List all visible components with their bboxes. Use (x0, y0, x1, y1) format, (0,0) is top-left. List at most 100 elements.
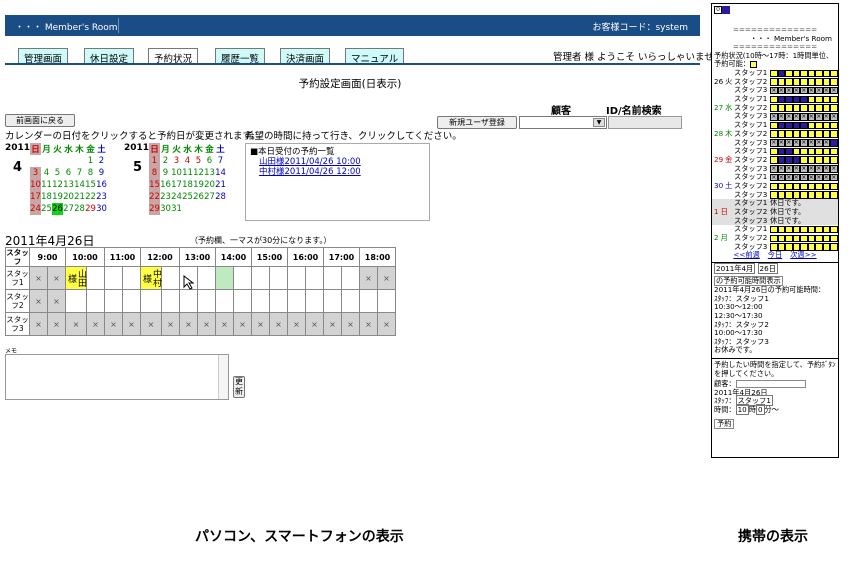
mobile-slot[interactable]: × (770, 173, 778, 182)
mobile-slot[interactable] (800, 182, 808, 190)
time-slot[interactable] (215, 289, 234, 313)
mobile-slot[interactable] (792, 95, 800, 104)
mobile-slot[interactable] (785, 104, 793, 112)
time-slot[interactable] (161, 266, 180, 290)
mobile-slot[interactable] (815, 130, 823, 138)
mobile-slot[interactable]: × (792, 173, 800, 182)
mobile-slot[interactable] (770, 78, 778, 86)
mobile-slot[interactable] (822, 182, 830, 190)
time-slot[interactable] (122, 289, 141, 313)
calendar-day[interactable]: 9 (96, 167, 107, 179)
mobile-slot[interactable]: × (777, 113, 785, 121)
unavailable-slot[interactable]: × (323, 312, 342, 336)
mobile-slot[interactable]: × (830, 165, 838, 173)
calendar-day[interactable]: 17 (171, 179, 182, 191)
calendar-day[interactable]: 18 (41, 191, 52, 203)
mobile-slot[interactable] (830, 130, 838, 138)
mobile-slot[interactable] (785, 147, 793, 156)
calendar-day[interactable]: 19 (52, 191, 63, 203)
mobile-slot[interactable] (830, 104, 838, 112)
mobile-slot[interactable]: × (807, 139, 815, 147)
calendar-day[interactable]: 28 (215, 191, 226, 203)
calendar-day[interactable]: 15 (85, 179, 96, 191)
mobile-slot[interactable] (822, 95, 830, 104)
calendar-day[interactable]: 29 (85, 203, 96, 215)
calendar-day[interactable]: 16 (96, 179, 107, 191)
unavailable-slot[interactable]: × (65, 312, 87, 336)
calendar-day[interactable]: 31 (171, 203, 182, 215)
mobile-slot[interactable] (792, 69, 800, 78)
mobile-slot[interactable]: × (792, 113, 800, 121)
mobile-slot[interactable] (815, 147, 823, 156)
mobile-slot[interactable]: × (777, 139, 785, 147)
mobile-slot[interactable] (815, 156, 823, 164)
mobile-day-select[interactable]: 26日 (757, 263, 778, 274)
update-button[interactable]: 更新 (233, 376, 245, 398)
mobile-slot[interactable] (792, 234, 800, 243)
time-slot[interactable] (269, 266, 288, 290)
mobile-slot[interactable] (822, 69, 830, 78)
mobile-slot[interactable]: × (770, 113, 778, 121)
calendar-day[interactable]: 10 (171, 167, 182, 179)
prev-week-link[interactable]: <<前週 (733, 251, 759, 260)
calendar-day[interactable]: 11 (41, 179, 52, 191)
calendar-day[interactable]: 5 (52, 167, 63, 179)
mobile-slot[interactable] (830, 121, 838, 130)
mobile-slot[interactable] (807, 191, 815, 199)
mobile-slot[interactable]: × (785, 165, 793, 173)
tab-history[interactable]: 履歴一覧 (215, 48, 266, 65)
calendar-day[interactable]: 14 (215, 167, 226, 179)
mobile-reserve-button[interactable]: 予約 (714, 418, 735, 430)
mobile-slot[interactable] (800, 156, 808, 164)
unavailable-slot[interactable]: × (47, 312, 66, 336)
mobile-slot[interactable] (800, 234, 808, 243)
tab-holiday[interactable]: 休日設定 (84, 48, 135, 65)
mobile-slot[interactable]: × (822, 86, 830, 95)
mobile-slot[interactable]: × (800, 165, 808, 173)
reservation-block[interactable]: 山田様 (65, 266, 87, 290)
mobile-slot[interactable] (800, 225, 808, 234)
calendar-day[interactable]: 25 (41, 203, 52, 215)
mobile-slot[interactable] (777, 78, 785, 86)
mobile-slot[interactable] (830, 69, 838, 78)
mobile-slot[interactable] (777, 69, 785, 78)
mobile-slot[interactable] (815, 121, 823, 130)
mobile-slot[interactable] (830, 78, 838, 86)
mobile-slot[interactable] (785, 182, 793, 190)
calendar-day[interactable]: 8 (149, 167, 160, 179)
mobile-slot[interactable] (800, 95, 808, 104)
mobile-slot[interactable] (785, 121, 793, 130)
memo-scrollbar[interactable] (218, 355, 228, 399)
calendar-day[interactable]: 22 (85, 191, 96, 203)
unavailable-slot[interactable]: × (140, 312, 162, 336)
mobile-slot[interactable] (777, 130, 785, 138)
time-slot[interactable] (269, 289, 288, 313)
mobile-slot[interactable] (792, 78, 800, 86)
mobile-slot[interactable]: × (800, 139, 808, 147)
unavailable-slot[interactable]: × (377, 312, 396, 336)
mobile-slot[interactable] (815, 95, 823, 104)
calendar-day[interactable]: 13 (204, 167, 215, 179)
reservation-block[interactable]: 中村様 (140, 266, 162, 290)
calendar-day[interactable]: 6 (63, 167, 74, 179)
calendar-day[interactable]: 3 (30, 167, 41, 179)
mobile-slot[interactable] (830, 156, 838, 164)
calendar-day[interactable]: 28 (74, 203, 85, 215)
mobile-slot[interactable] (777, 225, 785, 234)
mobile-slot[interactable] (800, 104, 808, 112)
calendar-day[interactable]: 24 (171, 191, 182, 203)
mobile-slot[interactable]: × (807, 113, 815, 121)
unavailable-slot[interactable]: × (233, 312, 252, 336)
calendar-day[interactable]: 19 (193, 179, 204, 191)
mobile-slot[interactable] (785, 95, 793, 104)
mobile-slot[interactable]: × (800, 113, 808, 121)
calendar-day[interactable]: 12 (52, 179, 63, 191)
mobile-slot[interactable] (807, 182, 815, 190)
mobile-slot[interactable]: × (785, 113, 793, 121)
time-slot[interactable] (287, 266, 306, 290)
mobile-slot[interactable]: × (822, 139, 830, 147)
unavailable-slot[interactable]: × (305, 312, 324, 336)
calendar-day[interactable]: 17 (30, 191, 41, 203)
mobile-slot[interactable] (792, 104, 800, 112)
unavailable-slot[interactable]: × (377, 266, 396, 290)
